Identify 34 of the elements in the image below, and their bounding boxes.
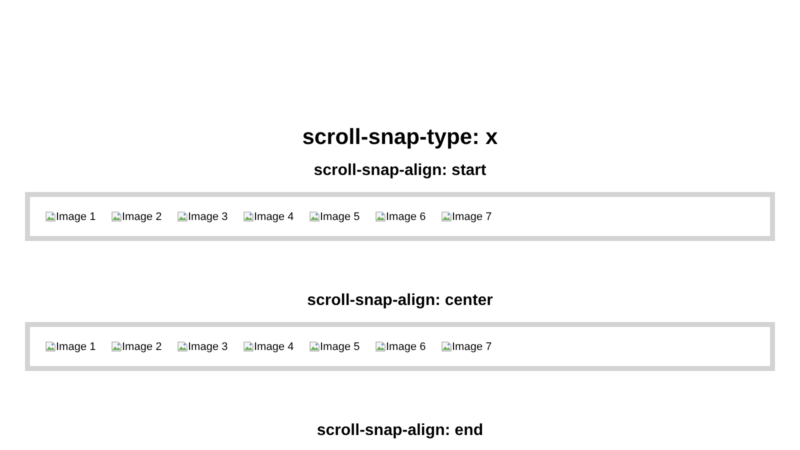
broken-image-icon — [45, 211, 56, 222]
section-heading: scroll-snap-align: end — [316, 422, 484, 440]
broken-image-icon — [45, 341, 56, 352]
broken-image-icon — [309, 211, 320, 222]
broken-image-icon — [441, 211, 452, 222]
image-alt-text: Image 1 — [56, 210, 96, 222]
broken-image-icon — [111, 341, 122, 352]
broken-image-icon — [375, 341, 386, 352]
image-alt-text: Image 2 — [122, 340, 162, 352]
image-alt-text: Image 4 — [254, 340, 294, 352]
page-title: scroll-snap-type: x — [301, 124, 499, 150]
broken-image-icon — [375, 211, 386, 222]
image-alt-text: Image 4 — [254, 210, 294, 222]
image-alt-text: Image 3 — [188, 340, 228, 352]
image-alt-text: Image 6 — [386, 210, 426, 222]
image-alt-text: Image 7 — [452, 340, 492, 352]
section-heading: scroll-snap-align: start — [312, 162, 488, 180]
broken-image-icon — [177, 211, 188, 222]
image-alt-text: Image 5 — [320, 340, 360, 352]
image-alt-text: Image 5 — [320, 210, 360, 222]
broken-image-icon — [441, 341, 452, 352]
scroll-container[interactable]: Image 1 Image 2 Image 3 Image 4 Image 5 Image 6 Image 7 — [25, 322, 775, 371]
image-alt-text: Image 7 — [452, 210, 492, 222]
broken-image-icon — [309, 341, 320, 352]
section-heading: scroll-snap-align: center — [306, 292, 494, 310]
broken-image-icon — [111, 211, 122, 222]
image-alt-text: Image 6 — [386, 340, 426, 352]
broken-image-icon — [243, 341, 254, 352]
image-alt-text: Image 2 — [122, 210, 162, 222]
scroll-container[interactable]: Image 1 Image 2 Image 3 Image 4 Image 5 Image 6 Image 7 — [25, 192, 775, 241]
broken-image-icon — [243, 211, 254, 222]
image-alt-text: Image 3 — [188, 210, 228, 222]
broken-image-icon — [177, 341, 188, 352]
image-alt-text: Image 1 — [56, 340, 96, 352]
